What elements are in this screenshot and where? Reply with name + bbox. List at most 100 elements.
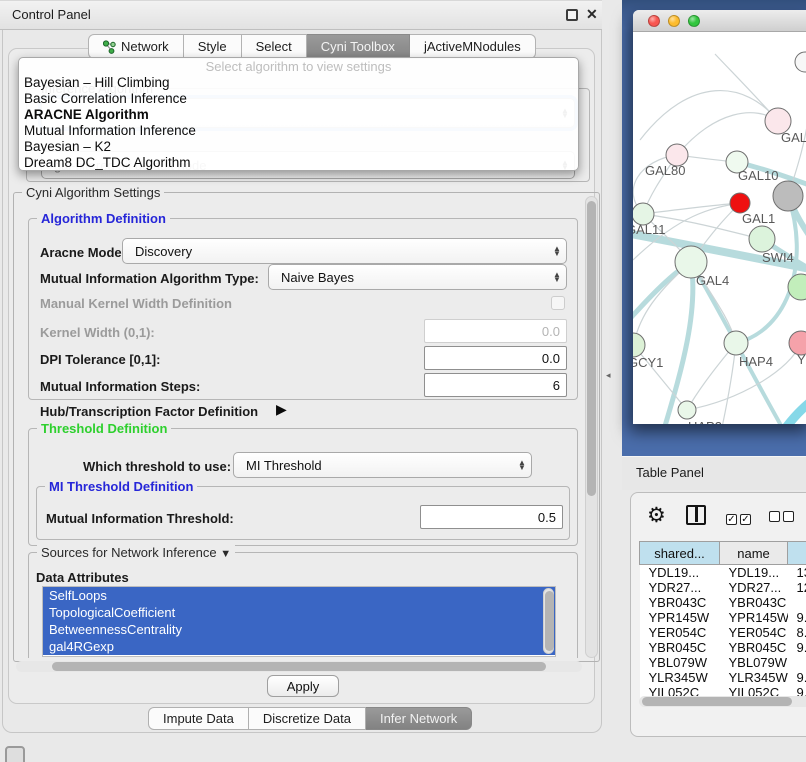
algorithm-dropdown-popup: Select algorithm to view settings Bayesi… bbox=[18, 57, 579, 171]
table-horizontal-scrollbar[interactable] bbox=[639, 696, 806, 707]
aracne-mode-label: Aracne Mode: bbox=[40, 245, 126, 260]
table-row[interactable]: YER054CYER054C8. bbox=[640, 625, 806, 640]
tab-cyni-toolbox[interactable]: Cyni Toolbox bbox=[307, 34, 410, 59]
table-cell[interactable]: 13 bbox=[788, 565, 806, 581]
settings-vertical-scrollbar[interactable] bbox=[585, 196, 598, 658]
table-row[interactable]: YBR043CYBR043C bbox=[640, 595, 806, 610]
table-cell[interactable]: YBR043C bbox=[640, 595, 720, 610]
table-cell[interactable]: YDL19... bbox=[720, 565, 788, 581]
network-canvas[interactable]: GALGAL80GAL10GAL11GAL1GAL4SWI4GCY1HAP4YH… bbox=[633, 32, 806, 424]
attributes-list-scrollbar[interactable] bbox=[543, 588, 554, 654]
attribute-list-item[interactable]: TopologicalCoefficient bbox=[43, 604, 555, 621]
table-row[interactable]: YPR145WYPR145W9. bbox=[640, 610, 806, 625]
network-node[interactable] bbox=[730, 193, 750, 213]
table-row[interactable]: YDR27...YDR27...12 bbox=[640, 580, 806, 595]
close-panel-icon[interactable]: ✕ bbox=[586, 6, 598, 23]
table-cell[interactable]: YLR345W bbox=[720, 670, 788, 685]
table-row[interactable]: YBR045CYBR045C9. bbox=[640, 640, 806, 655]
settings-horizontal-scrollbar[interactable] bbox=[16, 661, 582, 672]
node-table-header-row[interactable]: shared...nameA bbox=[640, 542, 806, 565]
network-node-hap2[interactable] bbox=[678, 401, 696, 419]
attribute-list-item[interactable]: BetweennessCentrality bbox=[43, 621, 555, 638]
hub-expand-arrow-icon[interactable]: ▶ bbox=[276, 401, 287, 418]
settings-group-title: Cyni Algorithm Settings bbox=[22, 185, 164, 200]
network-node[interactable] bbox=[773, 181, 803, 211]
tab-network[interactable]: Network bbox=[88, 34, 184, 59]
network-node-label: GAL10 bbox=[738, 168, 778, 183]
table-cell[interactable]: YBR045C bbox=[720, 640, 788, 655]
table-cell[interactable]: 8. bbox=[788, 625, 806, 640]
table-row[interactable]: YDL19...YDL19...13 bbox=[640, 565, 806, 581]
table-cell[interactable]: 9. bbox=[788, 640, 806, 655]
bottom-tab-discretize-data[interactable]: Discretize Data bbox=[249, 707, 366, 730]
table-cell[interactable]: 9. bbox=[788, 610, 806, 625]
algorithm-option[interactable]: Bayesian – Hill Climbing bbox=[19, 75, 578, 91]
dpi-tolerance-field[interactable] bbox=[424, 346, 567, 370]
table-column-header[interactable]: shared... bbox=[640, 542, 720, 565]
algorithm-option[interactable]: Dream8 DC_TDC Algorithm bbox=[19, 155, 578, 171]
table-cell[interactable]: YLR345W bbox=[640, 670, 720, 685]
panel-splitter[interactable] bbox=[602, 0, 622, 735]
table-cell[interactable]: YBL079W bbox=[720, 655, 788, 670]
table-cell[interactable]: YDL19... bbox=[640, 565, 720, 581]
tab-select[interactable]: Select bbox=[242, 34, 307, 59]
algorithm-option[interactable]: Basic Correlation Inference bbox=[19, 91, 578, 107]
close-traffic-light[interactable] bbox=[648, 15, 660, 27]
attribute-list-item[interactable]: gal4RGexp bbox=[43, 638, 555, 655]
deselect-all-icon[interactable] bbox=[769, 509, 794, 527]
table-cell[interactable]: YPR145W bbox=[720, 610, 788, 625]
table-column-header[interactable]: A bbox=[788, 542, 806, 565]
minimize-traffic-light[interactable] bbox=[668, 15, 680, 27]
table-cell[interactable] bbox=[788, 595, 806, 610]
table-cell[interactable]: YER054C bbox=[720, 625, 788, 640]
select-all-icon[interactable]: ✓✓ bbox=[726, 509, 751, 527]
table-cell[interactable]: 12 bbox=[788, 580, 806, 595]
aracne-mode-combo[interactable]: Discovery ▲▼ bbox=[122, 238, 567, 264]
algorithm-option[interactable]: ARACNE Algorithm bbox=[19, 107, 578, 123]
kernel-width-field[interactable] bbox=[424, 319, 567, 343]
apply-button[interactable]: Apply bbox=[267, 675, 339, 697]
hub-definition-label: Hub/Transcription Factor Definition bbox=[40, 404, 258, 419]
split-columns-icon[interactable] bbox=[686, 505, 706, 525]
algorithm-option[interactable]: Bayesian – K2 bbox=[19, 139, 578, 155]
network-node-gcy1[interactable] bbox=[633, 333, 645, 357]
zoom-traffic-light[interactable] bbox=[688, 15, 700, 27]
algorithm-option[interactable]: Mutual Information Inference bbox=[19, 123, 578, 139]
attribute-list-item[interactable]: SelfLoops bbox=[43, 587, 555, 604]
network-node-gal1[interactable] bbox=[749, 226, 775, 252]
table-cell[interactable] bbox=[788, 655, 806, 670]
network-node-swi4[interactable] bbox=[788, 274, 806, 300]
which-threshold-combo[interactable]: MI Threshold ▲▼ bbox=[233, 452, 532, 478]
tab-jactivemnodules[interactable]: jActiveMNodules bbox=[410, 34, 536, 59]
manual-kernel-checkbox[interactable] bbox=[551, 296, 565, 310]
minimized-panel-icon[interactable] bbox=[5, 746, 25, 762]
tab-style[interactable]: Style bbox=[184, 34, 242, 59]
table-cell[interactable]: YBL079W bbox=[640, 655, 720, 670]
bottom-tab-infer-network[interactable]: Infer Network bbox=[366, 707, 472, 730]
float-panel-icon[interactable] bbox=[566, 9, 578, 21]
mi-threshold-field[interactable] bbox=[420, 505, 563, 529]
data-attributes-label: Data Attributes bbox=[36, 570, 129, 585]
table-cell[interactable]: YER054C bbox=[640, 625, 720, 640]
manual-kernel-label: Manual Kernel Width Definition bbox=[40, 296, 232, 311]
sources-collapse-arrow-icon[interactable]: ▼ bbox=[220, 548, 231, 560]
table-cell[interactable]: YBR045C bbox=[640, 640, 720, 655]
network-node-hap4[interactable] bbox=[724, 331, 748, 355]
table-column-header[interactable]: name bbox=[720, 542, 788, 565]
table-cell[interactable]: YDR27... bbox=[720, 580, 788, 595]
table-cell[interactable]: YDR27... bbox=[640, 580, 720, 595]
gear-icon[interactable]: ⚙ bbox=[647, 503, 666, 528]
bottom-tab-impute-data[interactable]: Impute Data bbox=[148, 707, 249, 730]
mi-steps-label: Mutual Information Steps: bbox=[40, 379, 200, 394]
splitter-collapse-icon[interactable]: ◂ bbox=[606, 370, 611, 381]
table-cell[interactable]: YBR043C bbox=[720, 595, 788, 610]
network-window-titlebar[interactable] bbox=[633, 10, 806, 32]
dpi-tolerance-label: DPI Tolerance [0,1]: bbox=[40, 352, 160, 367]
table-row[interactable]: YBL079WYBL079W bbox=[640, 655, 806, 670]
table-row[interactable]: YLR345WYLR345W9. bbox=[640, 670, 806, 685]
network-node[interactable] bbox=[795, 52, 806, 72]
mi-steps-field[interactable] bbox=[424, 373, 567, 397]
mi-type-combo[interactable]: Naive Bayes ▲▼ bbox=[268, 264, 567, 290]
table-cell[interactable]: 9. bbox=[788, 670, 806, 685]
table-cell[interactable]: YPR145W bbox=[640, 610, 720, 625]
